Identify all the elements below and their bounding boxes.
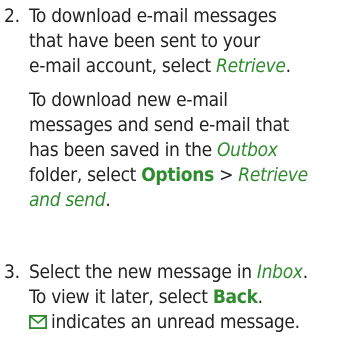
step-2-paragraph-1: To download e-mail messages that have be…	[29, 4, 341, 79]
text-segment: e-mail account, select	[29, 55, 217, 77]
text-segment: To view it later, select	[29, 286, 213, 308]
text-segment: Select the new message in	[29, 261, 257, 283]
text-line: indicates an unread message.	[29, 310, 341, 335]
text-segment: has been saved in the	[29, 139, 217, 161]
manual-page: 2. To download e-mail messages that have…	[0, 0, 343, 340]
text-line: Select the new message in Inbox.	[29, 260, 341, 285]
text-line: To download new e-mail	[29, 89, 228, 111]
unread-description: indicates an unread message.	[51, 311, 300, 333]
punctuation: .	[105, 189, 111, 211]
outbox-term: Outbox	[217, 139, 278, 161]
punctuation: .	[257, 286, 263, 308]
text-line: has been saved in the Outbox	[29, 138, 341, 163]
text-line: that have been sent to your	[29, 30, 260, 52]
text-segment: folder, select	[29, 164, 142, 186]
menu-separator: >	[214, 164, 239, 186]
retrieve-and-send-term-cont: and send	[29, 189, 106, 211]
text-line: e-mail account, select Retrieve.	[29, 54, 341, 79]
step-number: 2.	[4, 5, 20, 27]
step-2-paragraph-2: To download new e-mail messages and send…	[29, 88, 341, 213]
step-3-paragraph: Select the new message in Inbox. To view…	[29, 260, 341, 335]
punctuation: .	[285, 55, 291, 77]
inbox-term: Inbox	[256, 261, 303, 283]
step-number: 3.	[4, 261, 20, 283]
options-term: Options	[141, 164, 214, 186]
back-term: Back	[212, 286, 258, 308]
text-line: and send.	[29, 188, 341, 213]
text-line: To download e-mail messages	[29, 5, 277, 27]
retrieve-and-send-term: Retrieve	[238, 164, 308, 186]
envelope-icon	[29, 315, 47, 329]
retrieve-term: Retrieve	[216, 55, 286, 77]
text-line: messages and send e-mail that	[29, 114, 290, 136]
text-line: To view it later, select Back.	[29, 285, 341, 310]
text-line: folder, select Options > Retrieve	[29, 163, 341, 188]
punctuation: .	[302, 261, 308, 283]
